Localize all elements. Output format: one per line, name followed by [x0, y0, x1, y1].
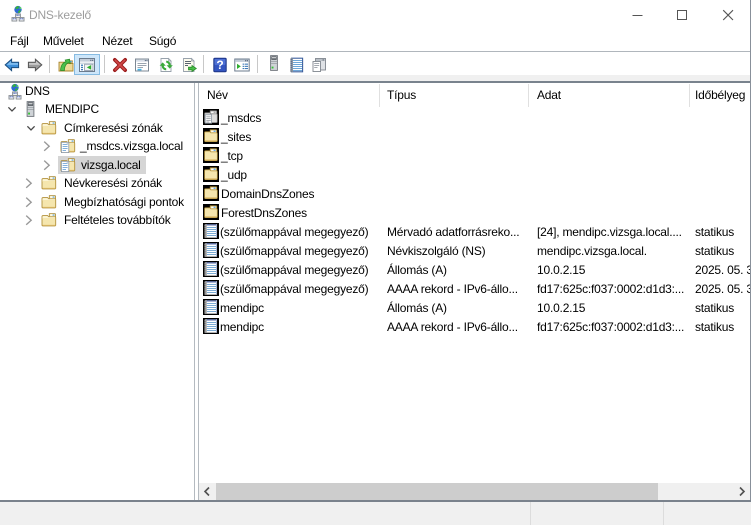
svg-text:?: ? [216, 58, 223, 72]
